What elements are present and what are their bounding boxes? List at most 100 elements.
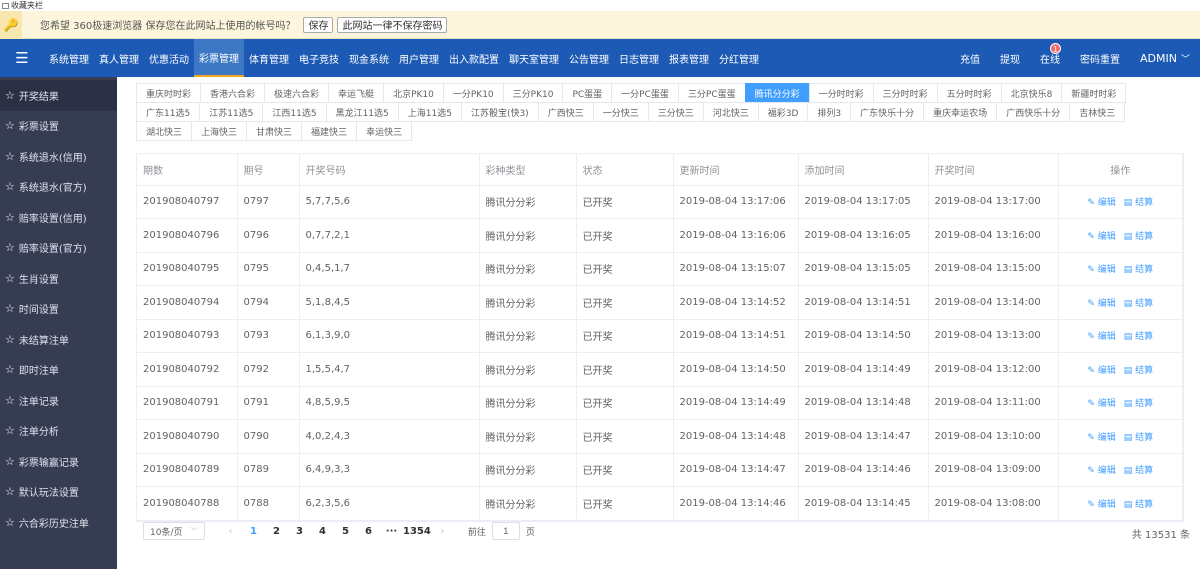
sidebar-item[interactable]: ☆ 彩票设置	[0, 111, 117, 142]
sidebar-item[interactable]: ☆ 赔率设置(官方)	[0, 233, 117, 264]
save-password-button[interactable]: 保存	[303, 16, 334, 33]
lottery-tab[interactable]: 广东11选5	[136, 102, 201, 122]
top-nav-item[interactable]: 日志管理	[614, 39, 664, 77]
top-nav-item[interactable]: 真人管理	[94, 39, 144, 77]
top-nav-item[interactable]: 公告管理	[564, 39, 614, 77]
recharge-link[interactable]: 充值	[950, 39, 990, 77]
lottery-tab[interactable]: 排列3	[807, 102, 852, 122]
settle-button[interactable]: ▤ 结算	[1124, 299, 1153, 309]
lottery-tab[interactable]: 三分PK10	[502, 83, 564, 103]
lottery-tab[interactable]: 广西快三	[537, 102, 594, 122]
edit-button[interactable]: ✎ 编辑	[1087, 500, 1115, 510]
lottery-tab[interactable]: 吉林快三	[1069, 102, 1126, 122]
top-nav-item[interactable]: 用户管理	[394, 39, 444, 77]
settle-button[interactable]: ▤ 结算	[1124, 433, 1153, 443]
lottery-tab[interactable]: 北京PK10	[383, 83, 444, 103]
settle-button[interactable]: ▤ 结算	[1124, 366, 1153, 376]
edit-button[interactable]: ✎ 编辑	[1087, 265, 1115, 275]
menu-toggle-icon[interactable]: ☰	[0, 49, 44, 67]
top-nav-item[interactable]: 系统管理	[44, 39, 94, 77]
lottery-tab[interactable]: 香港六合彩	[200, 83, 266, 103]
settle-button[interactable]: ▤ 结算	[1124, 265, 1153, 275]
lottery-tab[interactable]: 五分时时彩	[936, 83, 1002, 103]
sidebar-item[interactable]: ☆ 注单分析	[0, 416, 117, 447]
top-nav-item[interactable]: 电子竞技	[294, 39, 344, 77]
lottery-tab[interactable]: 江苏骰宝(快3)	[460, 102, 539, 122]
top-nav-item[interactable]: 彩票管理	[194, 39, 244, 77]
page-number[interactable]: 2	[265, 526, 288, 537]
top-nav-item[interactable]: 出入款配置	[444, 39, 504, 77]
top-nav-item[interactable]: 报表管理	[664, 39, 714, 77]
lottery-tab[interactable]: 湖北快三	[136, 121, 193, 141]
top-nav-item[interactable]: 分红管理	[714, 39, 764, 77]
lottery-tab[interactable]: 一分PK10	[442, 83, 504, 103]
edit-button[interactable]: ✎ 编辑	[1087, 232, 1115, 242]
lottery-tab[interactable]: 江苏11选5	[199, 102, 264, 122]
page-number[interactable]: 4	[311, 526, 334, 537]
edit-button[interactable]: ✎ 编辑	[1087, 433, 1115, 443]
edit-button[interactable]: ✎ 编辑	[1087, 366, 1115, 376]
lottery-tab[interactable]: 福彩3D	[757, 102, 809, 122]
top-nav-item[interactable]: 优惠活动	[144, 39, 194, 77]
lottery-tab[interactable]: 上海11选5	[397, 102, 462, 122]
settle-button[interactable]: ▤ 结算	[1124, 399, 1153, 409]
page-size-select[interactable]: 10条/页 ﹀	[143, 522, 205, 540]
sidebar-item[interactable]: ☆ 赔率设置(信用)	[0, 202, 117, 233]
withdraw-link[interactable]: 提现	[990, 39, 1030, 77]
lottery-tab[interactable]: 三分时时彩	[872, 83, 938, 103]
favorites-label[interactable]: 收藏夹栏	[11, 0, 43, 11]
settle-button[interactable]: ▤ 结算	[1124, 232, 1153, 242]
settle-button[interactable]: ▤ 结算	[1124, 198, 1153, 208]
lottery-tab[interactable]: 幸运快三	[356, 121, 413, 141]
lottery-tab[interactable]: 新疆时时彩	[1061, 83, 1127, 103]
edit-button[interactable]: ✎ 编辑	[1087, 332, 1115, 342]
top-nav-item[interactable]: 现金系统	[344, 39, 394, 77]
sidebar-item[interactable]: ☆ 系统退水(信用)	[0, 141, 117, 172]
sidebar-item[interactable]: ☆ 注单记录	[0, 385, 117, 416]
lottery-tab[interactable]: 广东快乐十分	[850, 102, 925, 122]
top-nav-item[interactable]: 体育管理	[244, 39, 294, 77]
page-number[interactable]: ···	[380, 526, 403, 537]
sidebar-item[interactable]: ☆ 时间设置	[0, 294, 117, 325]
prev-page-icon[interactable]: ‹	[219, 526, 242, 537]
settle-button[interactable]: ▤ 结算	[1124, 332, 1153, 342]
edit-button[interactable]: ✎ 编辑	[1087, 299, 1115, 309]
sidebar-item[interactable]: ☆ 开奖结果	[0, 80, 117, 111]
never-save-password-button[interactable]: 此网站一律不保存密码	[337, 16, 448, 33]
sidebar-item[interactable]: ☆ 即时注单	[0, 355, 117, 386]
settle-button[interactable]: ▤ 结算	[1124, 466, 1153, 476]
reset-password-link[interactable]: 密码重置	[1070, 39, 1130, 77]
lottery-tab[interactable]: 河北快三	[702, 102, 759, 122]
edit-button[interactable]: ✎ 编辑	[1087, 198, 1115, 208]
lottery-tab[interactable]: 广西快乐十分	[996, 102, 1071, 122]
page-number[interactable]: 1354	[403, 526, 431, 537]
lottery-tab[interactable]: 黑龙江11选5	[325, 102, 399, 122]
page-number[interactable]: 6	[357, 526, 380, 537]
lottery-tab[interactable]: 三分PC蛋蛋	[677, 83, 746, 103]
lottery-tab[interactable]: 一分PC蛋蛋	[611, 83, 679, 103]
sidebar-item[interactable]: ☆ 彩票输赢记录	[0, 446, 117, 477]
lottery-tab[interactable]: 重庆幸运农场	[923, 102, 998, 122]
lottery-tab[interactable]: 甘肃快三	[246, 121, 303, 141]
edit-button[interactable]: ✎ 编辑	[1087, 399, 1115, 409]
lottery-tab[interactable]: 上海快三	[191, 121, 248, 141]
next-page-icon[interactable]: ›	[431, 526, 454, 537]
lottery-tab[interactable]: 幸运飞艇	[328, 83, 385, 103]
settle-button[interactable]: ▤ 结算	[1124, 500, 1153, 510]
sidebar-item[interactable]: ☆ 生肖设置	[0, 263, 117, 294]
sidebar-item[interactable]: ☆ 未结算注单	[0, 324, 117, 355]
page-number[interactable]: 1	[242, 526, 265, 537]
user-menu[interactable]: ADMIN ﹀	[1130, 39, 1200, 77]
lottery-tab[interactable]: 江西11选5	[262, 102, 327, 122]
lottery-tab[interactable]: 极速六合彩	[264, 83, 330, 103]
lottery-tab[interactable]: 一分快三	[592, 102, 649, 122]
sidebar-item[interactable]: ☆ 默认玩法设置	[0, 477, 117, 508]
lottery-tab[interactable]: 三分快三	[647, 102, 704, 122]
lottery-tab[interactable]: 福建快三	[301, 121, 358, 141]
page-number[interactable]: 3	[288, 526, 311, 537]
lottery-tab[interactable]: 北京快乐8	[1000, 83, 1063, 103]
lottery-tab[interactable]: 腾讯分分彩	[744, 83, 810, 103]
goto-page-input[interactable]	[491, 522, 520, 540]
lottery-tab[interactable]: PC蛋蛋	[562, 83, 613, 103]
lottery-tab[interactable]: 一分时时彩	[808, 83, 874, 103]
